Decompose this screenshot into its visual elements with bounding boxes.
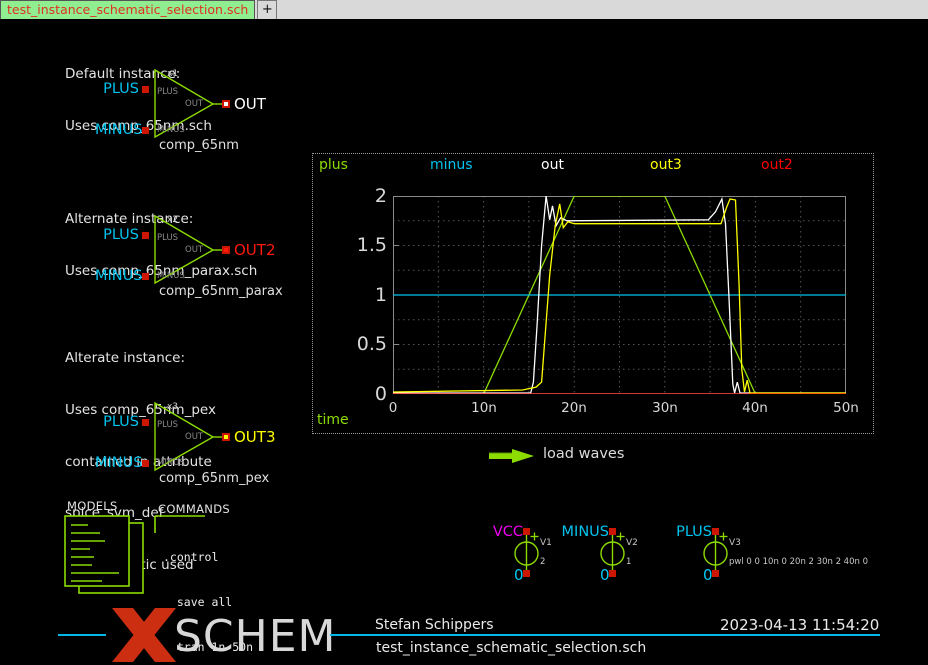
legend-minus[interactable]: minus bbox=[430, 157, 473, 173]
note-line: Alterate instance: bbox=[65, 350, 216, 367]
instance-name: V3 bbox=[729, 538, 741, 548]
schematic-canvas[interactable]: Default instance: Uses comp_65nm.sch Alt… bbox=[0, 19, 928, 665]
y-tick-1: 1 bbox=[317, 284, 387, 306]
x-tick-50n: 50n bbox=[818, 400, 874, 416]
command-line: save all bbox=[163, 595, 475, 610]
symbol-name: comp_65nm bbox=[159, 138, 239, 153]
xschem-logo-text: SCHEM bbox=[174, 615, 337, 659]
waveform-traces bbox=[393, 196, 846, 394]
legend-out3[interactable]: out3 bbox=[650, 157, 682, 173]
vsource-v3[interactable]: PLUS V3 pwl 0 0 10n 0 20n 2 30n 2 40n 0 … bbox=[684, 524, 859, 586]
comparator-instance-x3[interactable]: PLUS MINUS x3 PLUS MINUS OUT OUT3 comp_6… bbox=[95, 395, 295, 490]
waveform-graph[interactable]: plus minus out out3 out2 2 1.5 1 0.5 0 0… bbox=[312, 153, 874, 434]
net-label-gnd[interactable]: 0 bbox=[514, 566, 524, 584]
pin-plus[interactable] bbox=[142, 232, 149, 239]
pin-plus[interactable] bbox=[142, 419, 149, 426]
pin-bottom[interactable] bbox=[609, 570, 616, 577]
new-tab-button[interactable]: + bbox=[257, 0, 277, 19]
symbol-name: comp_65nm_pex bbox=[159, 471, 269, 486]
pin-minus[interactable] bbox=[142, 273, 149, 280]
pin-top[interactable] bbox=[712, 528, 719, 535]
instance-name: x2 bbox=[167, 215, 178, 225]
x-tick-30n: 30n bbox=[637, 400, 693, 416]
y-tick-2: 2 bbox=[317, 185, 387, 207]
schematic-title: test_instance_schematic_selection.sch bbox=[376, 640, 646, 656]
pin-plus[interactable] bbox=[142, 86, 149, 93]
source-value: 1 bbox=[626, 557, 631, 567]
tab-schematic[interactable]: test_instance_schematic_selection.sch bbox=[0, 0, 255, 19]
comparator-instance-x1[interactable]: PLUS MINUS x1 PLUS MINUS OUT OUT comp_65… bbox=[95, 62, 295, 157]
legend-out2[interactable]: out2 bbox=[761, 157, 793, 173]
author-name: Stefan Schippers bbox=[375, 617, 494, 633]
instance-name: x1 bbox=[167, 69, 178, 79]
symbol-pin-out: OUT bbox=[185, 245, 203, 255]
source-value: pwl 0 0 10n 0 20n 2 30n 2 40n 0 bbox=[729, 557, 868, 567]
net-label-minus[interactable]: MINUS bbox=[511, 524, 609, 540]
pin-minus[interactable] bbox=[142, 460, 149, 467]
xschem-window: test_instance_schematic_selection.sch + … bbox=[0, 0, 928, 665]
net-label-out[interactable]: OUT2 bbox=[234, 241, 276, 259]
legend-plus[interactable]: plus bbox=[319, 157, 348, 173]
symbol-pin-plus: PLUS bbox=[157, 233, 178, 243]
xschem-logo-x-icon bbox=[112, 608, 176, 662]
title-block-line bbox=[330, 634, 880, 636]
net-label-plus[interactable]: PLUS bbox=[614, 524, 712, 540]
y-tick-0-5: 0.5 bbox=[317, 333, 387, 355]
net-label-out[interactable]: OUT3 bbox=[234, 428, 276, 446]
title-block-line-left bbox=[58, 634, 106, 636]
symbol-pin-out: OUT bbox=[185, 99, 203, 109]
symbol-pin-plus: PLUS bbox=[157, 87, 178, 97]
symbol-name: comp_65nm_parax bbox=[159, 284, 283, 299]
pin-bottom[interactable] bbox=[712, 570, 719, 577]
net-label-vcc[interactable]: VCC bbox=[425, 524, 523, 540]
models-label: MODELS bbox=[67, 499, 118, 513]
net-label-plus[interactable]: PLUS bbox=[95, 227, 139, 243]
command-line: .control bbox=[163, 550, 475, 565]
models-netlist-icon[interactable] bbox=[63, 513, 151, 599]
net-label-minus[interactable]: MINUS bbox=[95, 455, 139, 471]
pin-out[interactable] bbox=[222, 100, 230, 108]
commands-label: COMMANDS bbox=[158, 502, 230, 516]
x-tick-10n: 10n bbox=[456, 400, 512, 416]
source-value: 2 bbox=[540, 557, 545, 567]
symbol-pin-minus: MINUS bbox=[157, 125, 185, 135]
symbol-pin-plus: PLUS bbox=[157, 420, 178, 430]
instance-name: x3 bbox=[167, 402, 178, 412]
y-tick-1-5: 1.5 bbox=[317, 234, 387, 256]
legend-out[interactable]: out bbox=[541, 157, 564, 173]
symbol-pin-minus: MINUS bbox=[157, 271, 185, 281]
net-label-plus[interactable]: PLUS bbox=[95, 81, 139, 97]
comparator-instance-x2[interactable]: PLUS MINUS x2 PLUS MINUS OUT OUT2 comp_6… bbox=[95, 208, 295, 303]
pin-out[interactable] bbox=[222, 246, 230, 254]
pin-minus[interactable] bbox=[142, 127, 149, 134]
net-label-gnd[interactable]: 0 bbox=[600, 566, 610, 584]
net-label-minus[interactable]: MINUS bbox=[95, 122, 139, 138]
net-label-minus[interactable]: MINUS bbox=[95, 268, 139, 284]
x-tick-20n: 20n bbox=[546, 400, 602, 416]
launcher-arrow-icon[interactable] bbox=[488, 447, 536, 465]
net-label-plus[interactable]: PLUS bbox=[95, 414, 139, 430]
pin-out[interactable] bbox=[222, 433, 230, 441]
symbol-pin-out: OUT bbox=[185, 432, 203, 442]
tab-bar: test_instance_schematic_selection.sch + bbox=[0, 0, 928, 20]
x-tick-40n: 40n bbox=[727, 400, 783, 416]
net-label-out[interactable]: OUT bbox=[234, 95, 266, 113]
symbol-pin-minus: MINUS bbox=[157, 458, 185, 468]
load-waves-launcher[interactable]: load waves bbox=[543, 446, 624, 462]
x-tick-0: 0 bbox=[365, 400, 421, 416]
net-label-gnd[interactable]: 0 bbox=[703, 566, 713, 584]
pin-bottom[interactable] bbox=[523, 570, 530, 577]
x-axis-label: time bbox=[317, 412, 349, 428]
timestamp: 2023-04-13 11:54:20 bbox=[720, 616, 879, 634]
